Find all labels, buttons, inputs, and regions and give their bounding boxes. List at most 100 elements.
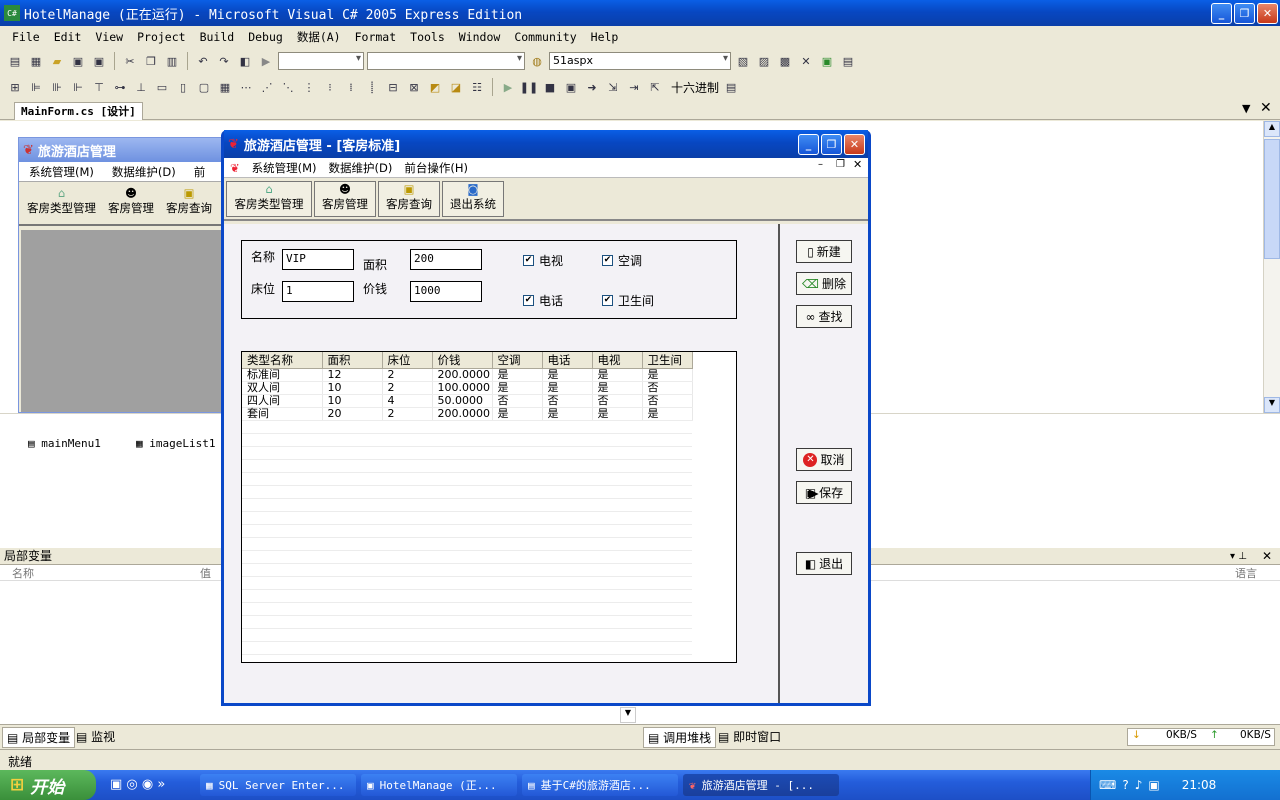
designer-vscrollbar[interactable]: ▲ ▼ [1263, 121, 1280, 413]
send-back-icon[interactable]: ◪ [447, 78, 465, 96]
vspace-increase-icon[interactable]: ⁞ [342, 78, 360, 96]
find-button[interactable]: ∞ 查找 [796, 305, 852, 328]
menu-view[interactable]: View [95, 30, 123, 44]
start-page-icon[interactable]: ▣ [818, 52, 836, 70]
menu-edit[interactable]: Edit [54, 30, 82, 44]
breakpoints-icon[interactable]: ▤ [722, 78, 740, 96]
save-all-icon[interactable]: ▣ [90, 52, 108, 70]
scroll-thumb[interactable] [1264, 139, 1280, 259]
add-item-icon[interactable]: ▦ [27, 52, 45, 70]
align-lefts-icon[interactable]: ⊫ [27, 78, 45, 96]
align-centers-icon[interactable]: ⊪ [48, 78, 66, 96]
align-grid-icon[interactable]: ⊞ [6, 78, 24, 96]
table-row[interactable]: 套间 20 2 200.0000 是是是是 [242, 407, 693, 421]
find-in-files-icon[interactable]: ◍ [528, 52, 546, 70]
ide-close-button[interactable]: ✕ [1257, 3, 1278, 24]
quicklaunch-icon[interactable]: ▣ ◎ ◉ » [110, 777, 165, 792]
save-icon[interactable]: ▣ [69, 52, 87, 70]
continue-icon[interactable]: ▶ [499, 78, 517, 96]
menu-help[interactable]: Help [591, 30, 619, 44]
tool-room-type[interactable]: ⌂ 客房类型管理 [226, 181, 312, 217]
stop-icon[interactable]: ■ [541, 78, 559, 96]
table-row[interactable]: 四人间 10 4 50.0000 否否否否 [242, 394, 693, 408]
mdi-close-icon[interactable]: ✕ [853, 158, 862, 171]
tab-immediate[interactable]: ▤ 即时窗口 [718, 728, 781, 745]
bed-input[interactable]: 1 [282, 281, 354, 302]
same-size-icon[interactable]: ▢ [195, 78, 213, 96]
ide-maximize-button[interactable]: ❐ [1234, 3, 1255, 24]
col-area[interactable]: 面积 [322, 352, 383, 369]
tab-watch[interactable]: ▤ 监视 [76, 728, 115, 745]
config-combo[interactable] [278, 52, 364, 70]
network-icon[interactable]: ▣ [1148, 778, 1159, 792]
scroll-down-icon[interactable]: ▼ [1264, 397, 1280, 413]
doc-close-icon[interactable]: ✕ [1260, 100, 1272, 116]
cancel-button[interactable]: ✕ 取消 [796, 448, 852, 471]
tab-order-icon[interactable]: ☷ [468, 78, 486, 96]
bg-menu-data[interactable]: 数据维护(D) [112, 164, 176, 180]
task-hotelmanage[interactable]: ▣ HotelManage (正... [361, 774, 517, 796]
col-type-name[interactable]: 类型名称 [242, 352, 323, 369]
table-row[interactable]: 标准间 12 2 200.0000 是是是是 [242, 368, 693, 382]
cut-icon[interactable]: ✂ [121, 52, 139, 70]
dlg-menu-data[interactable]: 数据维护(D) [329, 160, 393, 176]
name-input[interactable]: VIP [282, 249, 354, 270]
menu-tools[interactable]: Tools [410, 30, 445, 44]
component-imagelist[interactable]: ▦ imageList1 [136, 437, 215, 450]
properties-icon[interactable]: ▨ [755, 52, 773, 70]
find-combo[interactable]: 51aspx [549, 52, 731, 70]
col-price[interactable]: 价钱 [432, 352, 493, 369]
dialog-maximize-button[interactable]: ❐ [821, 134, 842, 155]
col-tv[interactable]: 电视 [592, 352, 643, 369]
menu-project[interactable]: Project [137, 30, 185, 44]
doc-tab-mainform[interactable]: MainForm.cs [设计] [14, 102, 143, 120]
help-icon[interactable]: ? [1122, 778, 1128, 792]
show-next-icon[interactable]: ➜ [583, 78, 601, 96]
redo-icon[interactable]: ↷ [215, 52, 233, 70]
same-width-icon[interactable]: ▭ [153, 78, 171, 96]
delete-button[interactable]: ⌫ 删除 [796, 272, 852, 295]
vspace-decrease-icon[interactable]: ⸽ [363, 78, 381, 96]
check-aircon[interactable]: ✔ 空调 [602, 252, 642, 269]
hspace-decrease-icon[interactable]: ⋱ [279, 78, 297, 96]
mdi-restore-icon[interactable]: ❐ [836, 159, 845, 170]
ide-minimize-button[interactable]: _ [1211, 3, 1232, 24]
tab-locals[interactable]: ▤ 局部变量 [2, 727, 76, 748]
align-tops-icon[interactable]: ⊤ [90, 78, 108, 96]
restart-icon[interactable]: ▣ [562, 78, 580, 96]
doc-dropdown-icon[interactable]: ▼ [1242, 102, 1250, 115]
hspace-equal-icon[interactable]: ⋯ [237, 78, 255, 96]
check-phone[interactable]: ✔ 电话 [523, 292, 563, 309]
volume-icon[interactable]: ♪ [1135, 778, 1143, 792]
bg-menu-system[interactable]: 系统管理(M) [29, 164, 94, 180]
align-middles-icon[interactable]: ⊶ [111, 78, 129, 96]
col-phone[interactable]: 电话 [542, 352, 593, 369]
menu-window[interactable]: Window [459, 30, 501, 44]
step-into-icon[interactable]: ⇲ [604, 78, 622, 96]
menu-format[interactable]: Format [355, 30, 397, 44]
menu-community[interactable]: Community [514, 30, 576, 44]
step-out-icon[interactable]: ⇱ [646, 78, 664, 96]
tool-exit-system[interactable]: ◙ 退出系统 [442, 181, 504, 217]
locals-col-name[interactable]: 名称 [12, 565, 34, 581]
bg-tool-query[interactable]: ▣ 客房查询 [166, 186, 212, 224]
bring-front-icon[interactable]: ◩ [426, 78, 444, 96]
col-aircon[interactable]: 空调 [492, 352, 543, 369]
check-tv[interactable]: ✔ 电视 [523, 252, 563, 269]
table-row[interactable]: 双人间 10 2 100.0000 是是是否 [242, 381, 693, 395]
task-hotel-app[interactable]: ❦ 旅游酒店管理 - [... [683, 774, 839, 796]
menu-data[interactable]: 数据(A) [297, 29, 341, 45]
task-document[interactable]: ▤ 基于C#的旅游酒店... [522, 774, 678, 796]
locals-hscroll-icon[interactable]: ▼ [620, 707, 636, 723]
task-sqlserver[interactable]: ▦ SQL Server Enter... [200, 774, 356, 796]
bg-menu-front[interactable]: 前 [194, 164, 206, 180]
object-browser-icon[interactable]: ▩ [776, 52, 794, 70]
col-bed[interactable]: 床位 [382, 352, 433, 369]
undo-icon[interactable]: ↶ [194, 52, 212, 70]
tab-callstack[interactable]: ▤ 调用堆栈 [643, 727, 717, 748]
dialog-minimize-button[interactable]: _ [798, 134, 819, 155]
toolbox-icon[interactable]: ✕ [797, 52, 815, 70]
new-button[interactable]: ▯ 新建 [796, 240, 852, 263]
vspace-equal-icon[interactable]: ⁝ [321, 78, 339, 96]
open-folder-icon[interactable]: ▰ [48, 52, 66, 70]
